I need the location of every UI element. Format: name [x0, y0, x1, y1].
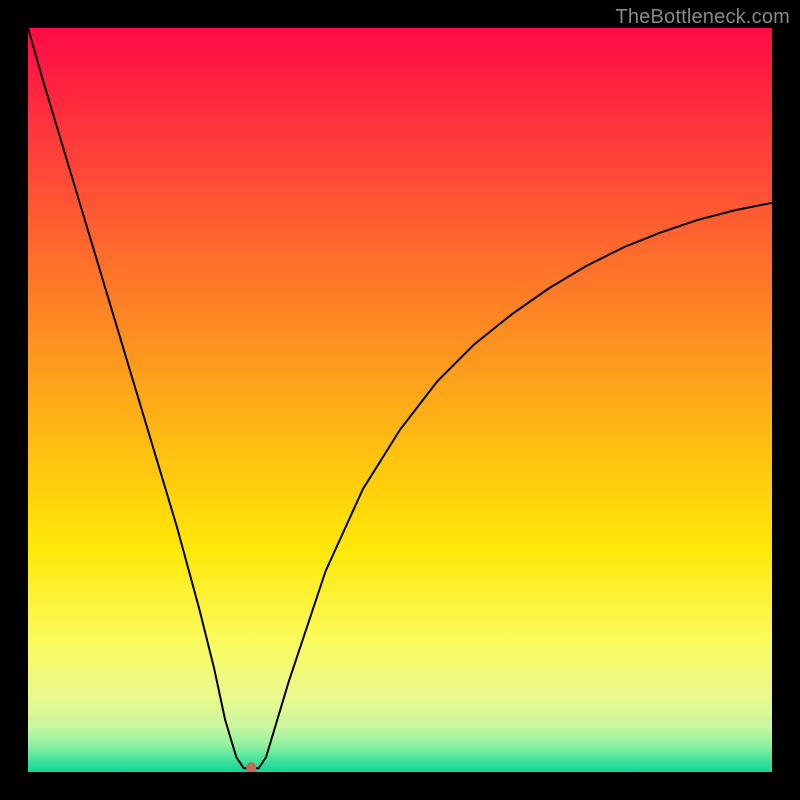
chart-frame — [28, 28, 772, 772]
watermark-text: TheBottleneck.com — [615, 6, 790, 29]
bottleneck-chart — [28, 28, 772, 772]
